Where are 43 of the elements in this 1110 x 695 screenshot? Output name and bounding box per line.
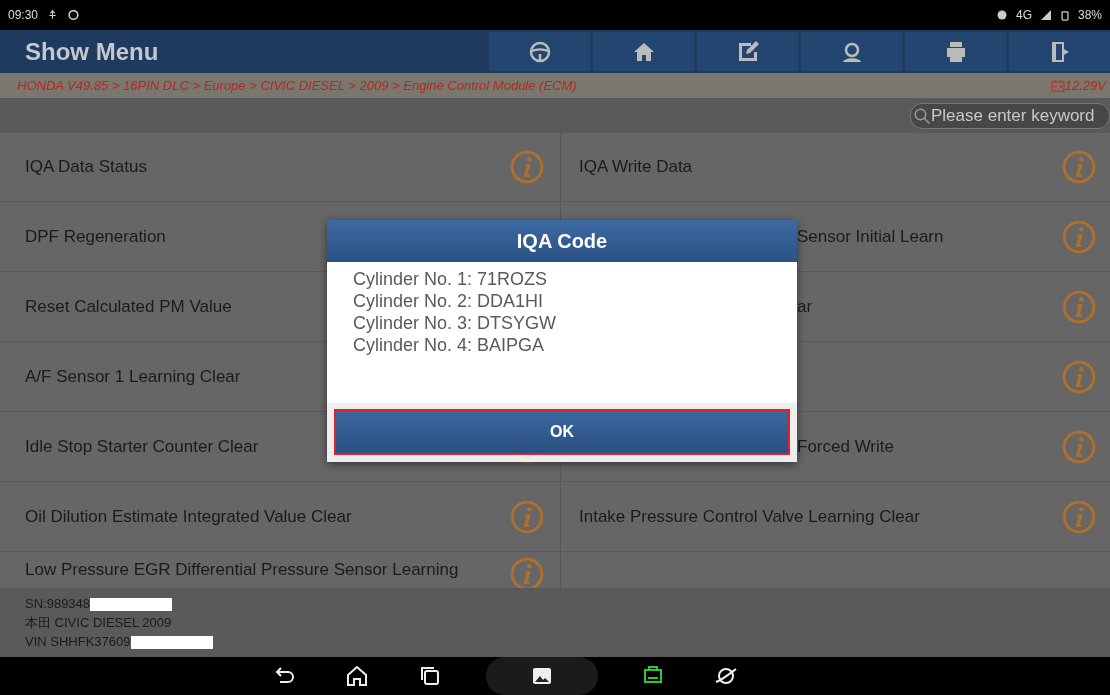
menu-item-label: IQA Write Data [579, 156, 693, 179]
print-button[interactable] [905, 32, 1006, 71]
signal-icon [1039, 9, 1052, 21]
menu-item[interactable]: IQA Write Data [561, 133, 1110, 202]
menu-item-label: Low Pressure EGR Differential Pressure Sensor Learning [25, 559, 459, 581]
menu-item[interactable]: IQA Data Status [0, 133, 561, 202]
code-line: Cylinder No. 2: DDA1HI [353, 290, 545, 312]
menu-item[interactable]: Intake Pressure Control Valve Learning Clear [561, 483, 1110, 552]
exit-button[interactable] [1009, 32, 1110, 71]
home-button[interactable] [593, 32, 694, 71]
steering-wheel-button[interactable] [489, 32, 590, 71]
support-person-button[interactable] [801, 32, 902, 71]
breadcrumb-path: HONDA V49.85 > 16PIN DLC > Europe > CIVIC DIESEL > 2009 > Engine Control Module (ECM) [17, 76, 578, 95]
menu-item-label: Intake Pressure Control Valve Learning Clear [579, 506, 920, 529]
menu-item-label: Forced Write [797, 436, 894, 459]
clock-time: 09:30 [8, 7, 39, 24]
menu-item-label: Sensor Initial Learn [797, 226, 944, 249]
code-line: Cylinder No. 3: DTSYGW [353, 312, 558, 334]
battery-icon [1059, 8, 1070, 22]
battery-voltage-icon [1050, 78, 1065, 93]
search-field[interactable]: Please enter keyword [910, 102, 1110, 129]
steering-wheel-icon [527, 39, 552, 64]
menu-item-label: ar [797, 296, 813, 319]
menu-item-label: Reset Calculated PM Value [25, 296, 232, 319]
search-icon [913, 106, 931, 125]
vehicle-info-text: SN:989348 [25, 596, 91, 611]
menu-item-label: DPF Regeneration [25, 226, 166, 249]
voltage-reading: 12.29V [1064, 76, 1106, 95]
menu-item-label: IQA Data Status [25, 156, 147, 179]
network-type: 4G [1015, 7, 1032, 24]
menu-item-label: Idle Stop Starter Counter Clear [25, 436, 259, 459]
dialog-title: IQA Code [327, 220, 797, 262]
vehicle-info-text: 本田 CIVIC DIESEL 2009 [25, 615, 172, 630]
page-title: Show Menu [24, 37, 160, 67]
ok-button[interactable]: OK [334, 409, 790, 455]
battery-level: 38% [1077, 7, 1102, 24]
recents-icon[interactable] [418, 664, 442, 688]
menu-item-label: Oil Dilution Estimate Integrated Value Clear [25, 506, 352, 529]
edit-button[interactable] [697, 32, 798, 71]
menu-item-label: A/F Sensor 1 Learning Clear [25, 366, 241, 389]
vehicle-info-text: VIN SHHFK37609 [25, 634, 131, 649]
menu-item[interactable]: Oil Dilution Estimate Integrated Value Clear [0, 483, 561, 552]
home-icon[interactable] [345, 664, 369, 688]
